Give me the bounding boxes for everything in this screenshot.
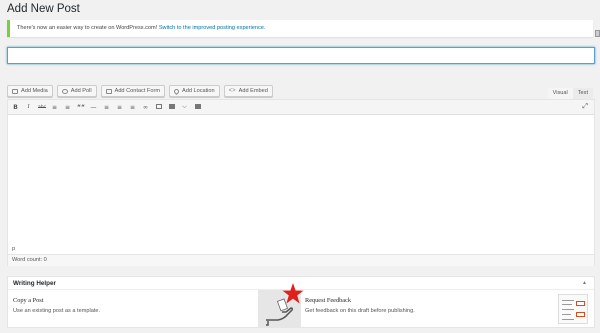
align-right-button[interactable]: ≡: [129, 104, 136, 111]
editor-path: p: [12, 246, 16, 252]
copy-post-option[interactable]: Copy a Post Use an existing post as a te…: [8, 290, 301, 328]
post-title-input[interactable]: [7, 47, 595, 64]
strikethrough-button[interactable]: abc: [38, 105, 46, 110]
tab-visual[interactable]: Visual: [547, 88, 573, 99]
add-media-button[interactable]: Add Media: [7, 85, 53, 97]
fullscreen-icon[interactable]: ⤢: [582, 103, 588, 111]
form-icon: [105, 88, 112, 94]
add-contact-form-label: Add Contact Form: [114, 88, 160, 94]
add-contact-form-button[interactable]: Add Contact Form: [100, 85, 165, 97]
toolbar-toggle-button[interactable]: [194, 103, 201, 111]
page-title: Add New Post: [7, 3, 80, 15]
embed-icon: <>: [228, 87, 236, 94]
word-count: Word count: 0: [8, 254, 594, 266]
insert-more-button[interactable]: [168, 103, 175, 111]
add-embed-label: Add Embed: [238, 88, 268, 94]
italic-button[interactable]: I: [25, 104, 32, 110]
add-location-button[interactable]: Add Location: [168, 85, 220, 97]
screen-options-handle[interactable]: [595, 30, 600, 37]
request-feedback-option[interactable]: Request Feedback Get feedback on this dr…: [301, 290, 594, 328]
bold-button[interactable]: B: [12, 104, 19, 111]
add-poll-button[interactable]: Add Poll: [56, 85, 97, 97]
align-center-button[interactable]: ≡: [116, 104, 123, 111]
notice-text: There's now an easier way to create on W…: [17, 25, 158, 31]
tab-text[interactable]: Text: [572, 88, 593, 99]
spellcheck-icon[interactable]: ⌵: [181, 103, 188, 111]
bullet-list-button[interactable]: ≡: [51, 104, 58, 111]
unlink-icon[interactable]: [155, 103, 162, 111]
align-left-button[interactable]: ≡: [103, 104, 110, 111]
editor-content-area[interactable]: [8, 115, 594, 243]
writing-helper-title: Writing Helper: [13, 280, 56, 287]
media-buttons-bar: Add Media Add Poll Add Contact Form Add …: [7, 85, 273, 97]
copy-post-desc: Use an existing post as a template.: [13, 308, 101, 314]
switch-experience-link[interactable]: Switch to the improved posting experienc…: [159, 25, 266, 31]
request-feedback-desc: Get feedback on this draft before publis…: [305, 308, 415, 314]
add-poll-label: Add Poll: [70, 88, 92, 94]
media-icon: [12, 88, 18, 94]
copy-post-title: Copy a Post: [13, 297, 44, 304]
notice-banner: There's now an easier way to create on W…: [7, 20, 593, 37]
post-editor: B I abc ≡ ≡ ““ — ≡ ≡ ≡ ∞ ⌵ ⤢ p Word coun…: [7, 99, 595, 266]
horizontal-rule-button[interactable]: —: [90, 104, 97, 111]
star-icon: [282, 283, 304, 304]
feedback-illustration-icon: [558, 294, 588, 324]
editor-toolbar: B I abc ≡ ≡ ““ — ≡ ≡ ≡ ∞ ⌵ ⤢: [8, 100, 594, 115]
poll-icon: [61, 88, 68, 94]
link-icon[interactable]: ∞: [142, 104, 149, 111]
blockquote-button[interactable]: ““: [77, 104, 85, 111]
add-media-label: Add Media: [21, 88, 48, 94]
request-feedback-title: Request Feedback: [305, 297, 351, 304]
add-location-label: Add Location: [181, 88, 215, 94]
editor-tabs: Visual Text: [547, 88, 593, 99]
location-icon: [172, 87, 181, 95]
collapse-toggle-icon[interactable]: ▲: [582, 277, 587, 290]
numbered-list-button[interactable]: ≡: [64, 104, 71, 111]
add-embed-button[interactable]: <> Add Embed: [223, 85, 273, 97]
